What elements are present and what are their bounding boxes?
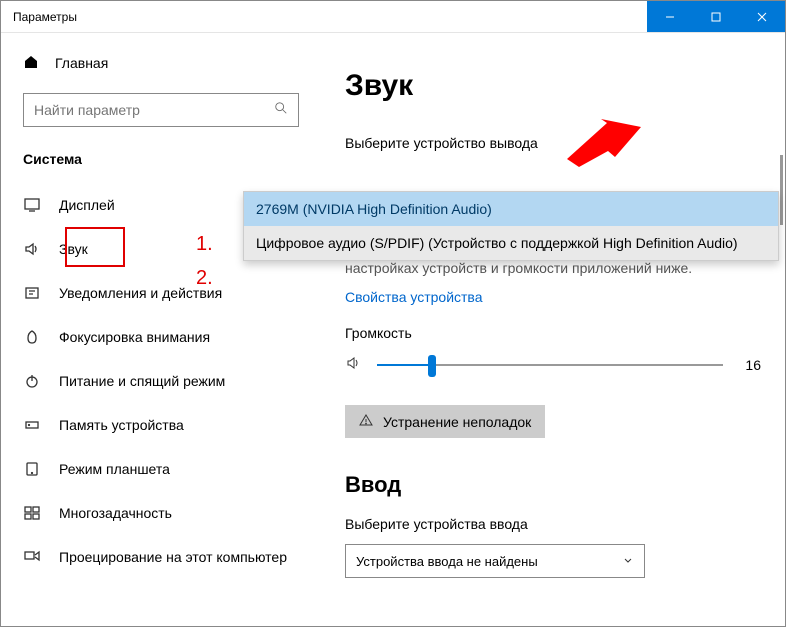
home-icon [23, 54, 39, 73]
volume-label: Громкость [345, 325, 761, 341]
sidebar-item-label: Дисплей [59, 197, 115, 213]
sidebar-item-label: Проецирование на этот компьютер [59, 549, 287, 565]
sidebar-item-label: Режим планшета [59, 461, 170, 477]
section-heading: Система [23, 151, 299, 167]
sound-icon [23, 240, 41, 258]
search-box[interactable] [23, 93, 299, 127]
sidebar-item-project[interactable]: Проецирование на этот компьютер [23, 535, 299, 579]
sidebar-item-notifications[interactable]: Уведомления и действия [23, 271, 299, 315]
focus-icon [23, 328, 41, 346]
troubleshoot-button[interactable]: Устранение неполадок [345, 405, 545, 438]
volume-value: 16 [737, 357, 761, 373]
window-controls [647, 1, 785, 32]
storage-icon [23, 416, 41, 434]
dropdown-option[interactable]: Цифровое аудио (S/PDIF) (Устройство с по… [244, 226, 778, 260]
input-device-label: Выберите устройства ввода [345, 516, 761, 532]
warning-icon [359, 413, 373, 430]
tablet-icon [23, 460, 41, 478]
notifications-icon [23, 284, 41, 302]
sidebar-item-label: Память устройства [59, 417, 184, 433]
maximize-button[interactable] [693, 1, 739, 32]
home-link[interactable]: Главная [23, 51, 299, 75]
titlebar: Параметры [1, 1, 785, 33]
volume-slider[interactable] [377, 353, 723, 377]
sidebar-item-focus[interactable]: Фокусировка внимания [23, 315, 299, 359]
scrollbar[interactable] [780, 155, 783, 225]
power-icon [23, 372, 41, 390]
chevron-down-icon [622, 554, 634, 569]
sidebar-item-label: Звук [59, 241, 88, 257]
annotation-2: 2. [196, 267, 213, 290]
multitask-icon [23, 504, 41, 522]
minimize-button[interactable] [647, 1, 693, 32]
annotation-1: 1. [196, 233, 213, 256]
volume-icon [345, 354, 363, 377]
sidebar-item-label: Многозадачность [59, 505, 172, 521]
input-select-value: Устройства ввода не найдены [356, 554, 538, 569]
sidebar-item-storage[interactable]: Память устройства [23, 403, 299, 447]
window-title: Параметры [1, 10, 77, 24]
search-input[interactable] [34, 102, 274, 118]
page-title: Звук [345, 69, 761, 103]
dropdown-option[interactable]: 2769M (NVIDIA High Definition Audio) [244, 192, 778, 226]
sidebar-item-power[interactable]: Питание и спящий режим [23, 359, 299, 403]
sidebar-item-label: Фокусировка внимания [59, 329, 210, 345]
sidebar-item-label: Питание и спящий режим [59, 373, 225, 389]
device-properties-link[interactable]: Свойства устройства [345, 289, 483, 305]
output-device-dropdown: 2769M (NVIDIA High Definition Audio) Циф… [243, 191, 779, 261]
troubleshoot-label: Устранение неполадок [383, 414, 531, 430]
input-heading: Ввод [345, 472, 761, 498]
main-content: Звук Выберите устройство вывода параметр… [321, 33, 785, 626]
input-device-select[interactable]: Устройства ввода не найдены [345, 544, 645, 578]
close-button[interactable] [739, 1, 785, 32]
sidebar-item-tablet[interactable]: Режим планшета [23, 447, 299, 491]
display-icon [23, 196, 41, 214]
sidebar-item-multitask[interactable]: Многозадачность [23, 491, 299, 535]
sidebar: Главная Система Дисплей Звук Уведомления… [1, 33, 321, 626]
search-icon [274, 101, 288, 120]
home-label: Главная [55, 55, 108, 71]
output-device-label: Выберите устройство вывода [345, 135, 761, 151]
project-icon [23, 548, 41, 566]
